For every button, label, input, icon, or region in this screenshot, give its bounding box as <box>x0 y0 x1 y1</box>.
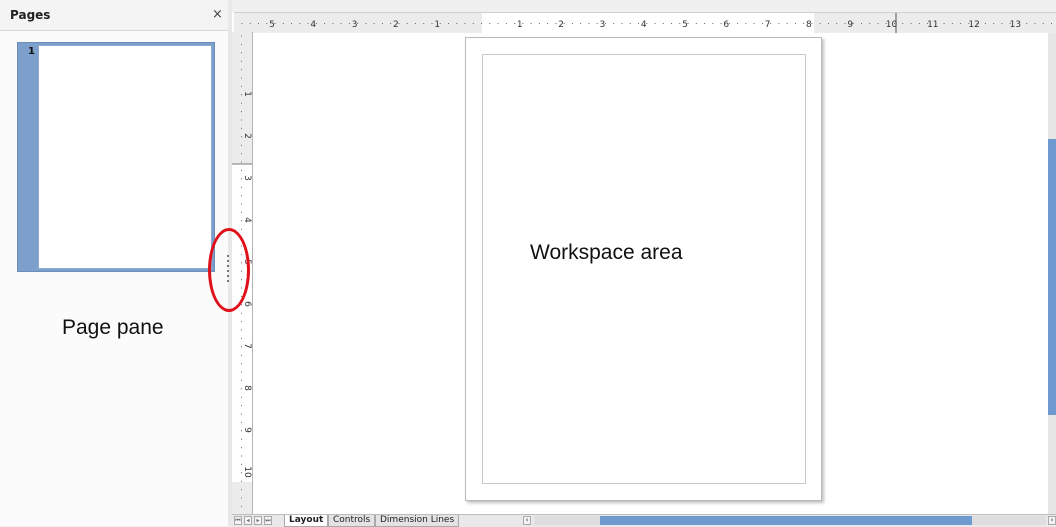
scroll-left-icon[interactable]: ‹ <box>523 516 531 525</box>
close-icon[interactable]: × <box>212 7 223 22</box>
workspace-annotation: Workspace area <box>530 241 683 264</box>
drawing-page[interactable] <box>465 37 822 501</box>
ruler-label: 4 <box>310 20 316 30</box>
ruler-label: 9 <box>847 20 853 30</box>
ruler-label: 2 <box>242 133 252 139</box>
next-page-icon[interactable]: ▸ <box>254 516 262 525</box>
first-page-icon[interactable]: ⏮ <box>234 516 242 525</box>
ruler-label: 2 <box>558 20 564 30</box>
ruler-label: 1 <box>242 91 252 97</box>
ruler-label: 13 <box>1010 20 1021 30</box>
horizontal-ruler-scale: 5 4 3 2 1 1 2 3 4 5 6 7 8 9 10 11 12 13 <box>234 13 1056 33</box>
ruler-label: 3 <box>352 20 358 30</box>
vertical-scrollbar[interactable] <box>1048 33 1056 514</box>
horizontal-ruler[interactable]: 5 4 3 2 1 1 2 3 4 5 6 7 8 9 10 11 12 13 <box>234 12 1056 34</box>
tab-controls[interactable]: Controls <box>328 515 376 527</box>
ruler-label: 3 <box>600 20 606 30</box>
previous-page-icon[interactable]: ◂ <box>244 516 252 525</box>
scroll-right-icon[interactable]: › <box>1048 516 1056 525</box>
pages-pane: Pages × 1 Page pane <box>0 0 229 526</box>
ruler-label: 10 <box>242 466 252 478</box>
ruler-label: 5 <box>269 20 275 30</box>
page-thumbnail-number: 1 <box>28 46 35 57</box>
page-margin-border <box>482 54 806 484</box>
horizontal-scrollbar-thumb[interactable] <box>600 516 972 525</box>
bottom-tab-bar: ⏮ ◂ ▸ ⏭ Layout Controls Dimension Lines … <box>232 514 1056 527</box>
ruler-label: 6 <box>723 20 729 30</box>
ruler-label: 12 <box>968 20 979 30</box>
ruler-label: 8 <box>806 20 812 30</box>
ruler-label: 1 <box>434 20 440 30</box>
ruler-label: 4 <box>242 217 252 223</box>
page-pane-annotation: Page pane <box>62 316 164 339</box>
ruler-label: 8 <box>242 385 252 391</box>
horizontal-scrollbar[interactable] <box>534 516 1046 525</box>
ruler-label: 7 <box>765 20 771 30</box>
ruler-label: 3 <box>242 175 252 181</box>
page-thumbnail-preview <box>38 45 212 269</box>
ruler-label: 6 <box>242 301 252 307</box>
ruler-label: 11 <box>927 20 938 30</box>
ruler-label: 7 <box>242 343 252 349</box>
ruler-label: 10 <box>886 20 898 30</box>
last-page-icon[interactable]: ⏭ <box>264 516 272 525</box>
ruler-label: 9 <box>242 427 252 433</box>
ruler-label: 1 <box>517 20 523 30</box>
ruler-label: 2 <box>393 20 399 30</box>
pages-pane-title: Pages <box>10 8 51 22</box>
page-thumbnail-1[interactable]: 1 <box>17 42 215 272</box>
vertical-scrollbar-thumb[interactable] <box>1048 139 1056 415</box>
ruler-label: 4 <box>641 20 647 30</box>
pages-pane-header: Pages × <box>0 0 228 31</box>
highlight-circle <box>208 228 250 312</box>
tab-dimension-lines[interactable]: Dimension Lines <box>375 515 460 527</box>
ruler-label: 5 <box>682 20 688 30</box>
tab-layout[interactable]: Layout <box>284 515 329 527</box>
